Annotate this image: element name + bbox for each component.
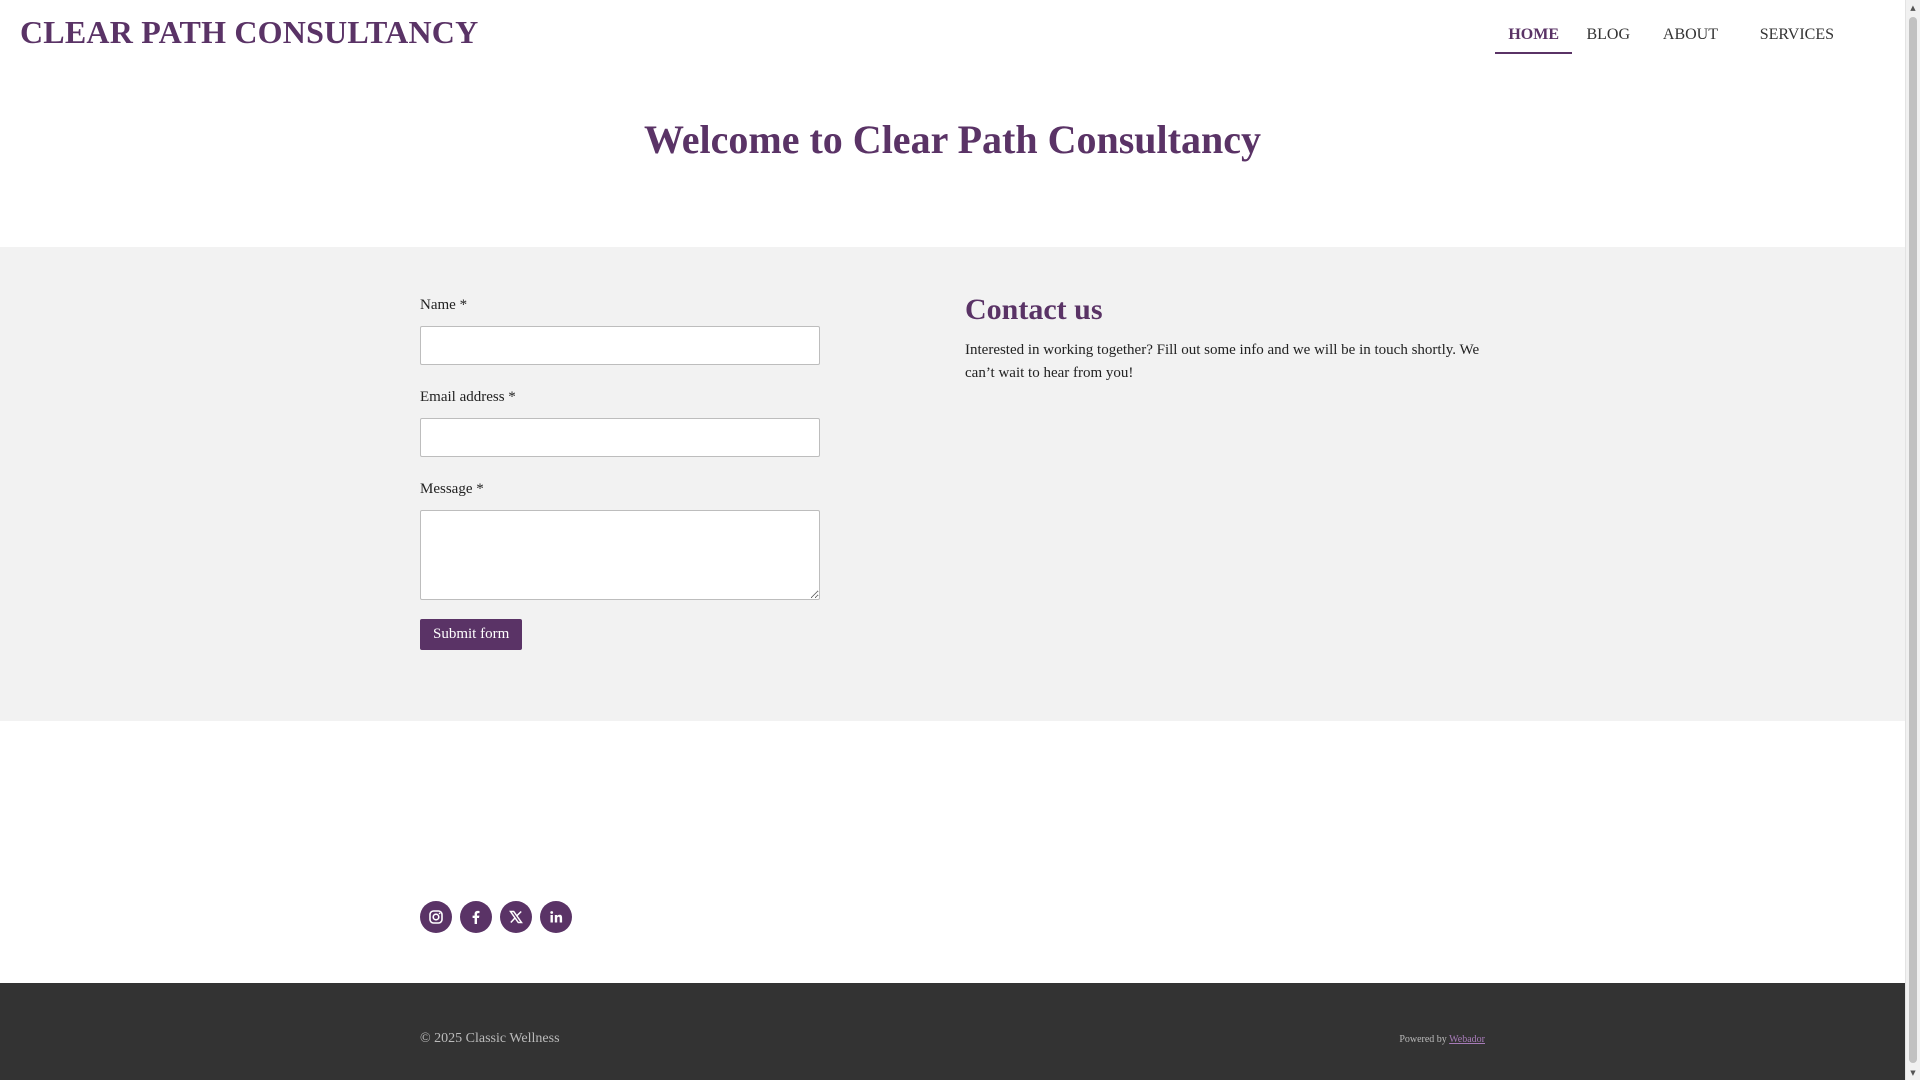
scroll-up-arrow-icon[interactable]: ▲ xyxy=(1906,0,1920,15)
hero-title: Welcome to Clear Path Consultancy xyxy=(644,117,1261,162)
powered-by-label: Powered by xyxy=(1399,1034,1447,1045)
site-logo[interactable]: CLEAR PATH CONSULTANCY xyxy=(20,14,478,51)
message-textarea[interactable] xyxy=(420,510,820,600)
contact-description: Interested in working together? Fill out… xyxy=(965,342,1480,381)
scrollbar-thumb[interactable] xyxy=(1909,17,1917,1063)
email-label: Email address * xyxy=(420,389,516,405)
email-input[interactable] xyxy=(420,418,820,457)
name-label: Name * xyxy=(420,297,468,313)
nav-item-about[interactable]: ABOUT xyxy=(1650,24,1731,52)
facebook-icon[interactable] xyxy=(460,901,492,933)
submit-form-button[interactable]: Submit form xyxy=(420,619,523,650)
scroll-down-arrow-icon[interactable]: ▼ xyxy=(1906,1065,1920,1080)
powered-by: Powered by Webador xyxy=(1399,1034,1485,1045)
page: CLEAR PATH CONSULTANCY HOME BLOG ABOUT S… xyxy=(0,0,1905,1080)
copyright-text: © 2025 Classic Wellness xyxy=(420,1031,560,1046)
nav-item-blog[interactable]: BLOG xyxy=(1573,24,1643,52)
webador-link[interactable]: Webador xyxy=(1449,1034,1485,1045)
nav-item-home[interactable]: HOME xyxy=(1495,24,1572,54)
nav-item-services[interactable]: SERVICES xyxy=(1747,24,1847,52)
twitter-icon[interactable] xyxy=(500,901,532,933)
site-header: CLEAR PATH CONSULTANCY HOME BLOG ABOUT S… xyxy=(0,0,1905,72)
instagram-icon[interactable] xyxy=(420,901,452,933)
contact-heading: Contact us xyxy=(965,293,1103,326)
site-footer: © 2025 Classic Wellness Powered by Webad… xyxy=(0,983,1905,1080)
vertical-scrollbar[interactable]: ▲ ▼ xyxy=(1905,0,1920,1080)
linkedin-icon[interactable] xyxy=(540,901,572,933)
contact-section: Name * Email address * Message * Submit … xyxy=(0,247,1905,721)
contact-form: Name * Email address * Message * Submit … xyxy=(420,295,820,650)
name-input[interactable] xyxy=(420,326,820,365)
message-label: Message * xyxy=(420,481,484,497)
contact-info: Contact us Interested in working togethe… xyxy=(965,293,1490,385)
